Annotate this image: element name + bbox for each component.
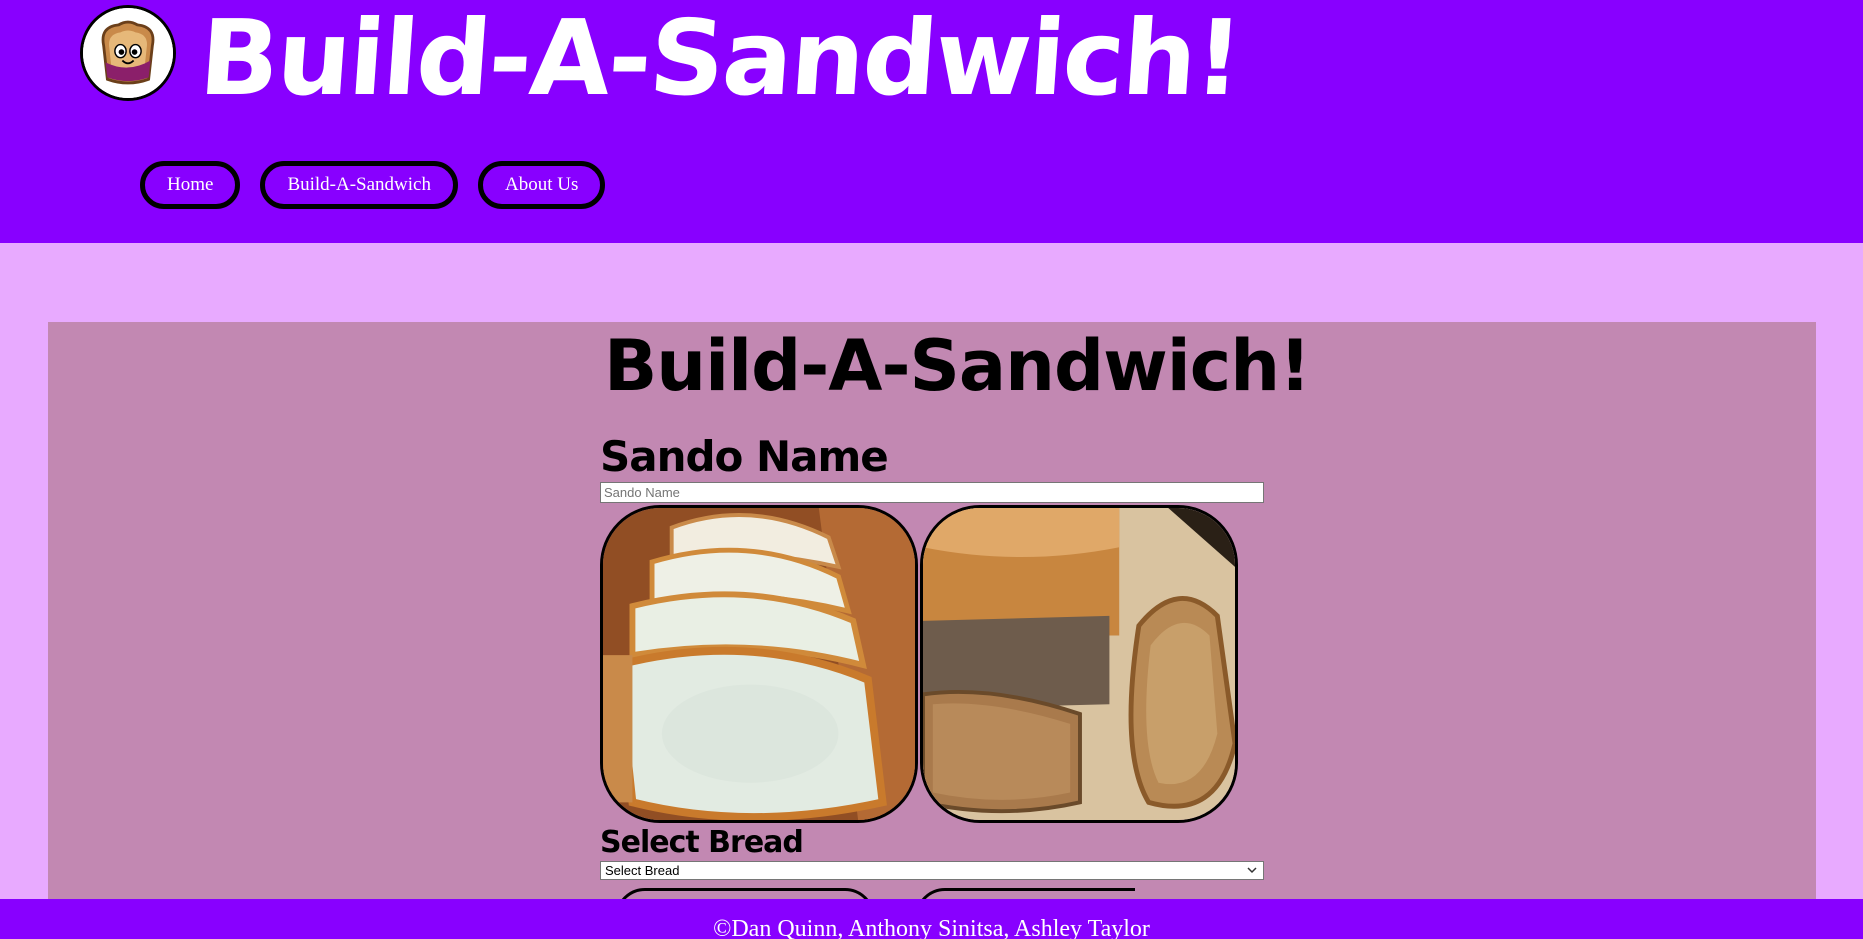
chevron-down-icon — [1247, 867, 1257, 874]
white-bread-slices-image[interactable] — [600, 505, 918, 823]
nav-build-a-sandwich-button[interactable]: Build-A-Sandwich — [260, 161, 458, 209]
sando-name-input[interactable] — [600, 482, 1264, 503]
footer-credits: ©Dan Quinn, Anthony Sinitsa, Ashley Tayl… — [713, 916, 1150, 939]
site-header: Build-A-Sandwich! Home Build-A-Sandwich … — [0, 0, 1863, 243]
select-bread-label: Select Bread — [600, 825, 804, 860]
nav-home-button[interactable]: Home — [140, 161, 241, 209]
bread-image-row — [600, 505, 1264, 823]
sando-name-label: Sando Name — [600, 432, 889, 481]
select-bread-value[interactable]: Select Bread — [600, 861, 1264, 880]
main-nav: Home Build-A-Sandwich About Us — [140, 161, 606, 209]
select-bread-dropdown[interactable]: Select Bread — [600, 861, 1264, 880]
site-title: Build-A-Sandwich! — [195, 0, 1245, 119]
sandwich-form: Sando Name Sando Name Select Bread Selec… — [600, 432, 1264, 880]
toast-mascot-icon[interactable] — [80, 5, 176, 101]
wheat-bread-loaf-image[interactable] — [920, 505, 1238, 823]
page-title: Build-A-Sandwich! — [603, 325, 1311, 407]
nav-about-us-button[interactable]: About Us — [477, 161, 606, 209]
site-footer: ©Dan Quinn, Anthony Sinitsa, Ashley Tayl… — [0, 899, 1863, 939]
build-panel: Build-A-Sandwich! Sando Name Sando Name … — [48, 322, 1816, 939]
